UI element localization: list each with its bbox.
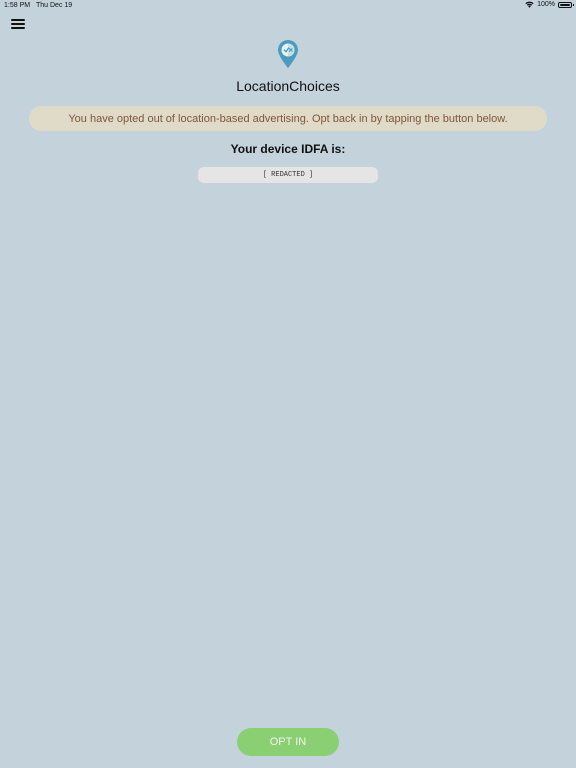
status-indicators: 100% [525,1,574,8]
app-title: LocationChoices [236,78,340,94]
idfa-label: Your device IDFA is: [230,142,346,156]
status-bar: 1:58 PM Thu Dec 19 100% [0,0,576,12]
menu-line [11,23,25,25]
opt-out-notice-text: You have opted out of location-based adv… [68,112,508,125]
battery-icon [558,1,574,8]
menu-line [11,27,25,29]
battery-percentage: 100% [537,1,555,8]
menu-line [11,19,25,21]
opt-in-button[interactable]: OPT IN [237,728,339,756]
status-date: Thu Dec 19 [36,2,73,9]
opt-out-notice-banner: You have opted out of location-based adv… [29,106,547,131]
hamburger-menu-icon[interactable] [11,19,25,33]
wifi-icon [525,1,534,8]
idfa-value: [ REDACTED ] [262,171,314,179]
idfa-value-field: [ REDACTED ] [198,167,378,183]
status-time: 1:58 PM [4,2,31,9]
location-pin-icon [278,40,298,68]
battery-level [560,3,570,6]
